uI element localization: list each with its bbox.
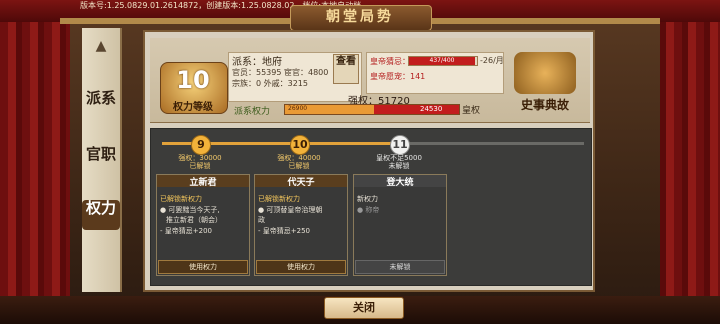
locked-button: 未解锁 — [355, 260, 445, 274]
tier-status: 未解锁 — [388, 162, 410, 170]
use-power-button[interactable]: 使用权力 — [256, 260, 346, 274]
emperor-suspicion-label: 皇帝猜忌： — [370, 57, 410, 66]
tier-status: 已解锁 — [288, 162, 310, 170]
use-power-button[interactable]: 使用权力 — [158, 260, 248, 274]
suspicion-value: 437/400 — [429, 57, 455, 64]
card-desc: ● 可顶替皇帝治理朝 — [258, 206, 323, 214]
tier-status: 已解锁 — [189, 162, 211, 170]
card-unlock-text: 新权力 — [357, 195, 378, 203]
card-title: 代天子 — [255, 175, 347, 188]
right-curtain — [660, 0, 720, 324]
faction-power-value: 26900 — [288, 105, 308, 112]
card-unlock-text: 已解锁新权力 — [258, 195, 300, 203]
tab-office[interactable]: 官职 — [82, 146, 120, 182]
tab-power[interactable]: 权力 — [82, 200, 120, 230]
card-effect: - 皇帝猜忌+200 — [160, 227, 212, 235]
faction-power-label: 派系权力 — [234, 107, 271, 117]
card-desc: 推立新君（朝会） — [166, 216, 222, 224]
left-curtain — [0, 0, 70, 324]
card-title: 立新君 — [157, 175, 249, 188]
rank-label: 权力等级 — [173, 102, 213, 113]
view-button[interactable]: 查看 — [333, 54, 359, 84]
tab-faction[interactable]: 派系 — [82, 90, 120, 126]
tier-track-locked — [398, 142, 584, 145]
imperial-power-value: 24530 — [420, 105, 443, 113]
rank-number: 10 — [176, 66, 210, 94]
card-unlock-text: 已解锁新权力 — [160, 195, 202, 203]
tier-node: 10 — [290, 135, 310, 155]
faction-relatives: 宗族：0 外戚：3215 — [232, 79, 308, 88]
history-button[interactable]: 史事典故 — [502, 96, 588, 113]
faction-officials: 官员：55395 宦官：4800 — [232, 68, 329, 77]
page-title: 朝堂局势 — [326, 9, 394, 25]
tier-node: 9 — [191, 135, 211, 155]
suspicion-rate: -26/月 — [480, 56, 504, 65]
card-desc: ● 称帝 — [357, 206, 380, 214]
ornament-icon: ▲ — [95, 38, 107, 54]
imperial-power-label: 皇权 — [462, 106, 481, 116]
close-button[interactable]: 关闭 — [324, 297, 404, 319]
card-effect: - 皇帝猜忌+250 — [258, 227, 310, 235]
book-icon[interactable] — [514, 52, 576, 94]
emperor-favor: 皇帝愿宠：141 — [370, 72, 426, 81]
faction-name: 派系：地府 — [232, 57, 282, 68]
card-desc: ● 可罢黜当今天子, — [160, 206, 220, 214]
card-desc: 政 — [258, 216, 265, 224]
tier-node: 11 — [390, 135, 410, 155]
card-title: 登大统 — [354, 175, 446, 188]
